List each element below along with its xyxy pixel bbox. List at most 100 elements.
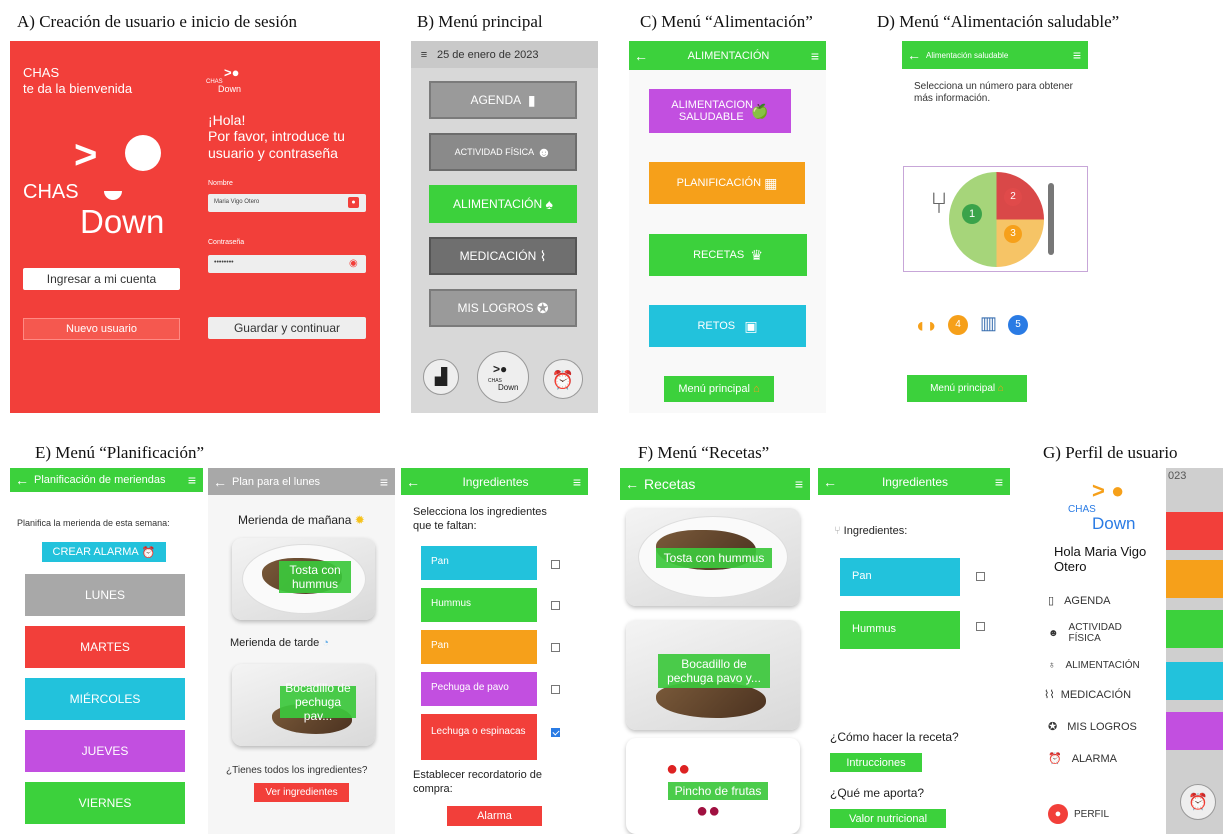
menu-logros[interactable]: MIS LOGROS ✪ [429, 289, 577, 327]
ingredient-pechuga[interactable]: Pechuga de pavo [421, 672, 537, 706]
plate-number-2[interactable]: 2 [1004, 188, 1022, 206]
checkbox-pan-2[interactable] [551, 643, 560, 652]
header-bar: ← Plan para el lunes ≡ [208, 468, 395, 495]
drawer-item-actividad[interactable]: ☻ ACTIVIDAD FÍSICA [1048, 622, 1148, 644]
hamburger-icon[interactable]: ≡ [566, 474, 588, 490]
home-logo-button[interactable]: >● CHAS Down [477, 351, 529, 403]
menu-retos[interactable]: RETOS ▣ [649, 305, 806, 347]
back-arrow-icon[interactable]: ← [10, 472, 34, 488]
subtitle: Planifica la merienda de esta semana: [17, 518, 170, 528]
number-4[interactable]: 4 [948, 315, 968, 335]
afternoon-food-card[interactable]: Bocadillo de pechuga pav... [232, 664, 375, 746]
menu-planificacion[interactable]: PLANIFICACIÓN ▦ [649, 162, 805, 204]
hamburger-icon[interactable]: ≡ [804, 48, 826, 64]
header-bar: ← Ingredientes ≡ [401, 468, 588, 495]
hamburger-icon[interactable]: ≡ [788, 476, 810, 492]
drawer-item-alarma[interactable]: ⏰ ALARMA [1048, 752, 1117, 766]
menu-alimentacion[interactable]: ALIMENTACIÓN ♠ [429, 185, 577, 223]
day-miercoles[interactable]: MIÉRCOLES [25, 678, 185, 720]
recipe-card-2[interactable]: Bocadillo de pechuga pavo y... [626, 620, 800, 730]
save-continue-button[interactable]: Guardar y continuar [208, 317, 366, 339]
header-title: Ingredientes [881, 474, 949, 489]
menu-actividad[interactable]: ACTIVIDAD FÍSICA ☻ [429, 133, 577, 171]
checkbox-hummus[interactable] [551, 601, 560, 610]
checkbox-pechuga[interactable] [551, 685, 560, 694]
new-user-button[interactable]: Nuevo usuario [23, 318, 180, 340]
back-arrow-icon[interactable]: ← [620, 476, 644, 492]
header-title: Planificación de meriendas [34, 474, 166, 486]
hamburger-icon[interactable]: ≡ [1066, 47, 1088, 63]
see-ingredients-button[interactable]: Ver ingredientes [254, 783, 349, 802]
password-field[interactable]: •••••••• ◉ [208, 255, 366, 273]
nutrition-button[interactable]: Valor nutricional [830, 809, 946, 828]
trophy-icon: ✪ [536, 299, 549, 316]
caption-g: G) Perfil de usuario [1043, 443, 1178, 462]
back-arrow-icon[interactable]: ← [818, 474, 842, 490]
profile-drawer: > ● CHAS Down Hola Maria Vigo Otero ▯ AGE… [1040, 468, 1166, 834]
agenda-icon: ▯ [1048, 595, 1055, 607]
drawer-item-agenda[interactable]: ▯ AGENDA [1048, 594, 1111, 608]
header-bar: ← Recetas ≡ [620, 468, 810, 500]
trophy-icon: ✪ [1048, 721, 1058, 733]
create-alarm-button[interactable]: CREAR ALARMA ⏰ [42, 542, 166, 562]
day-jueves[interactable]: JUEVES [25, 730, 185, 772]
ingredient-hummus[interactable]: Hummus [421, 588, 537, 622]
hamburger-icon[interactable]: ≡ [181, 472, 203, 488]
drawer-item-alimentacion[interactable]: ♁ ALIMENTACIÓN [1048, 660, 1140, 671]
morning-food-card[interactable]: Tosta con hummus [232, 538, 375, 620]
recipe-card-1[interactable]: Tosta con hummus [626, 508, 800, 606]
day-martes[interactable]: MARTES [25, 626, 185, 668]
plate-number-3[interactable]: 3 [1004, 225, 1022, 243]
ingredient-hummus[interactable]: Hummus [840, 611, 960, 649]
back-arrow-icon[interactable]: ← [208, 474, 232, 490]
drawer-item-medicacion[interactable]: ⌇⌇ MEDICACIÓN [1044, 688, 1131, 702]
alarm-clock-icon[interactable]: ⏰ [1180, 784, 1216, 820]
hamburger-icon[interactable]: ≡ [988, 474, 1010, 490]
back-arrow-icon[interactable]: ← [629, 48, 653, 64]
ingredient-pan-2[interactable]: Pan [421, 630, 537, 664]
header-title: Alimentación saludable [926, 50, 1009, 60]
alarm-clock-icon[interactable]: ⏰ [543, 359, 583, 399]
main-menu-button[interactable]: Menú principal ⌂ [664, 376, 774, 402]
checkbox-hummus[interactable] [976, 622, 985, 631]
stats-icon[interactable]: ▟ [423, 359, 459, 395]
alarm-button[interactable]: Alarma [447, 806, 542, 826]
ingredients-question: ¿Tienes todos los ingredientes? [226, 765, 368, 776]
menu-medicacion[interactable]: MEDICACIÓN ⌇ [429, 237, 577, 275]
drawer-item-logros[interactable]: ✪ MIS LOGROS [1048, 720, 1137, 734]
plate-number-1[interactable]: 1 [962, 204, 982, 224]
afternoon-label: Merienda de tarde ◔ [230, 637, 329, 649]
ingredient-pan[interactable]: Pan [840, 558, 960, 596]
recipe-card-3[interactable]: ●● ●● Pincho de frutas [626, 738, 800, 834]
day-lunes[interactable]: LUNES [25, 574, 185, 616]
day-viernes[interactable]: VIERNES [25, 782, 185, 824]
login-button[interactable]: Ingresar a mi cuenta [23, 268, 180, 290]
alimentacion-screen: ← ALIMENTACIÓN ≡ ALIMENTACION SALUDABLE 🍏… [629, 41, 826, 413]
hamburger-icon[interactable]: ≡ [411, 49, 437, 61]
main-menu-button[interactable]: Menú principal ⌂ [907, 375, 1027, 402]
sun-icon: ✹ [354, 513, 365, 527]
back-arrow-icon[interactable]: ← [902, 47, 926, 63]
hola-text: ¡Hola! [208, 112, 246, 128]
checkbox-pan[interactable] [976, 572, 985, 581]
back-arrow-icon[interactable]: ← [401, 474, 425, 490]
checkbox-pan[interactable] [551, 560, 560, 569]
eye-icon[interactable]: ◉ [349, 258, 358, 269]
ingredient-pan[interactable]: Pan [421, 546, 537, 580]
moon-icon: ◔ [322, 637, 329, 649]
nombre-field[interactable]: Maria Vigo Otero ● [208, 194, 366, 212]
number-5[interactable]: 5 [1008, 315, 1028, 335]
menu-alimentacion-saludable[interactable]: ALIMENTACION SALUDABLE 🍏 [649, 89, 791, 133]
hamburger-icon[interactable]: ≡ [373, 474, 395, 490]
date-fragment: 023 [1168, 470, 1187, 482]
pass-label: Contraseña [208, 239, 245, 246]
food-label: Tosta con hummus [279, 561, 351, 593]
drawer-item-perfil[interactable]: ● PERFIL [1048, 804, 1109, 824]
checkbox-lechuga[interactable] [551, 728, 560, 737]
menu-agenda[interactable]: AGENDA ▮ [429, 81, 577, 119]
ingredient-lechuga[interactable]: Lechuga o espinacas [421, 714, 537, 760]
planificacion-screen: ← Planificación de meriendas ≡ Planifica… [10, 468, 203, 834]
menu-recetas[interactable]: RECETAS ♛ [649, 234, 807, 276]
instructions-button[interactable]: Intrucciones [830, 753, 922, 772]
cutlery-icon: ⑂ [834, 525, 841, 537]
